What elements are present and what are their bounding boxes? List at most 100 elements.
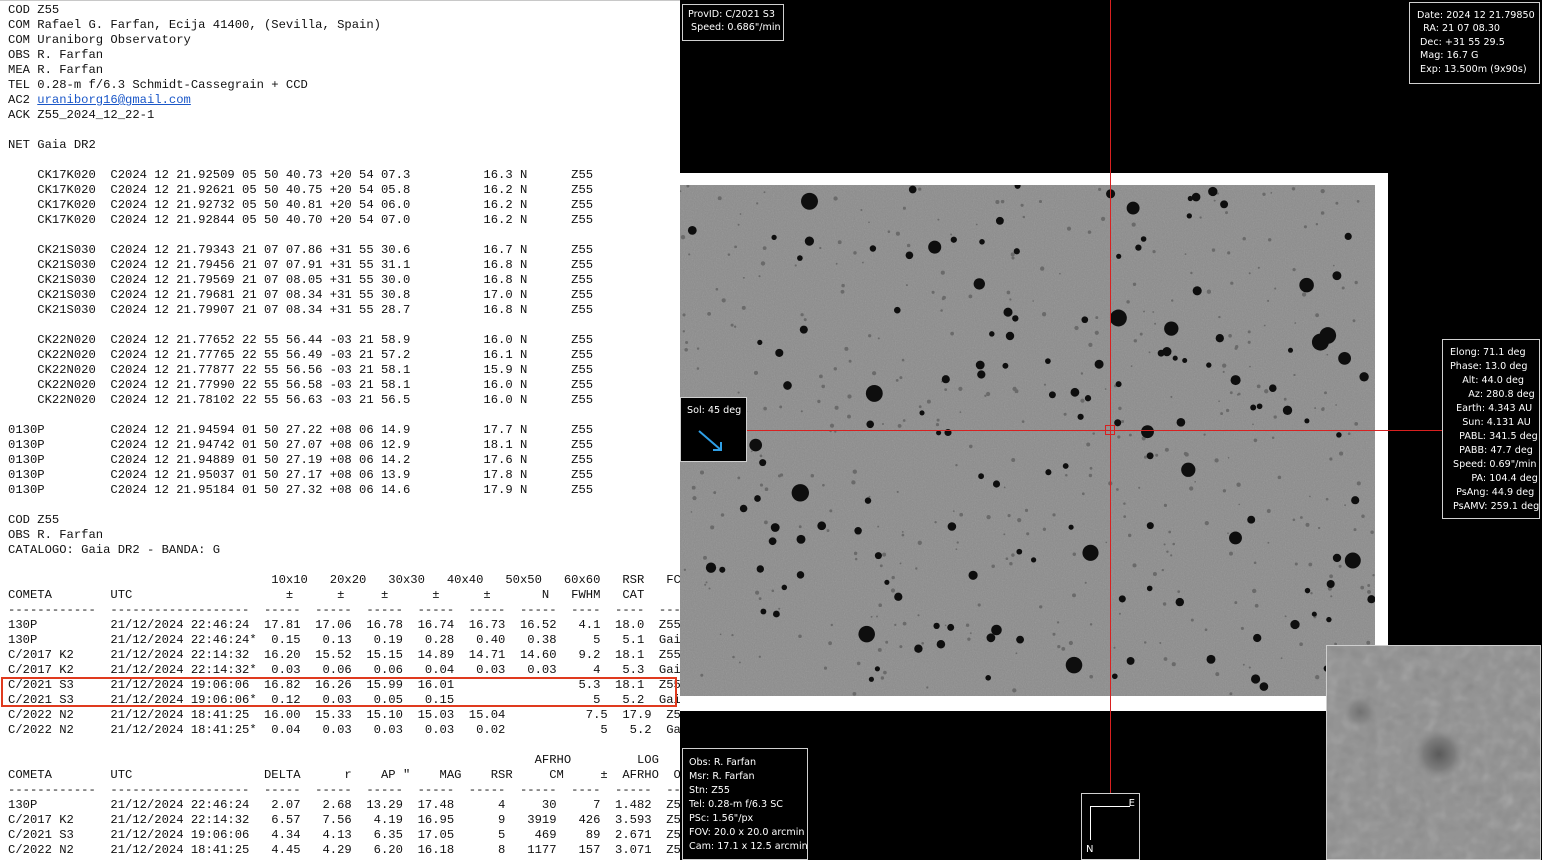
sun-direction-arrow-icon: [698, 430, 722, 451]
faint-star: [1317, 526, 1321, 530]
report-line: MEA R. Farfan: [8, 63, 104, 77]
star: [1338, 352, 1351, 365]
faint-star: [1248, 666, 1251, 669]
faint-star: [965, 623, 970, 627]
faint-star: [1332, 264, 1335, 267]
faint-star: [682, 330, 685, 333]
faint-star: [760, 261, 766, 266]
star: [1269, 384, 1277, 392]
faint-star: [1294, 322, 1297, 324]
zoom-thumbnail[interactable]: [1326, 645, 1541, 860]
faint-star: [1356, 200, 1360, 203]
faint-star: [1101, 216, 1106, 221]
star: [1045, 469, 1052, 476]
faint-star: [877, 525, 880, 528]
report-line: CK21S030 C2024 12 21.79343 21 07 07.86 +…: [8, 243, 594, 257]
speed-line: Speed: 0.69"/min: [1450, 459, 1537, 470]
report-line: OBS R. Farfan: [8, 528, 104, 542]
cam-line: Cam: 17.1 x 12.5 arcmin: [689, 841, 808, 852]
faint-star: [1268, 238, 1272, 242]
faint-star: [1152, 311, 1155, 313]
star: [854, 527, 862, 535]
star: [1164, 321, 1179, 336]
faint-star: [828, 641, 832, 646]
faint-star: [1315, 223, 1319, 226]
faint-star: [690, 511, 693, 513]
faint-star: [1194, 480, 1197, 483]
faint-star: [821, 384, 826, 389]
star: [1070, 387, 1080, 397]
faint-star: [1308, 562, 1313, 567]
faint-star: [958, 386, 963, 392]
compass-east-label: E: [1128, 798, 1135, 809]
faint-star: [1021, 420, 1025, 423]
star: [1191, 192, 1201, 202]
faint-star: [1168, 530, 1172, 534]
faint-star: [1166, 550, 1169, 553]
faint-star: [885, 640, 889, 644]
faint-star: [959, 411, 962, 413]
star-field[interactable]: [680, 185, 1375, 696]
faint-star: [1184, 452, 1189, 457]
faint-star: [1320, 211, 1325, 215]
faint-star: [817, 399, 821, 404]
faint-star: [877, 337, 880, 340]
faint-star: [1040, 266, 1045, 271]
faint-star: [1113, 646, 1116, 649]
faint-star: [1092, 432, 1095, 435]
faint-star: [798, 634, 802, 639]
dec-line: Dec: +31 55 29.5: [1417, 36, 1505, 48]
report-line: 130P 21/12/2024 22:46:24 2.07 2.68 13.29…: [8, 798, 680, 812]
faint-star: [1011, 256, 1015, 260]
faint-star: [1081, 492, 1085, 496]
faint-star: [1326, 353, 1329, 356]
star: [754, 495, 761, 502]
faint-star: [1127, 533, 1132, 538]
faint-star: [1163, 657, 1168, 661]
faint-star: [692, 496, 697, 501]
image-viewer[interactable]: ProvID: C/2021 S3 Speed: 0.686"/min Date…: [680, 0, 1542, 860]
star: [1304, 418, 1310, 424]
email-link[interactable]: uraniborg16@gmail.com: [37, 93, 191, 107]
faint-star: [1152, 571, 1157, 577]
star: [1016, 635, 1025, 644]
faint-star: [1116, 488, 1119, 491]
faint-star: [1291, 187, 1296, 191]
faint-star: [1042, 527, 1047, 531]
faint-blob: [1344, 696, 1376, 728]
star: [1326, 616, 1332, 623]
star: [757, 339, 763, 345]
star: [1013, 248, 1020, 255]
star: [1282, 405, 1293, 415]
mpc-report-text: COD Z55 COM Rafael G. Farfan, Ecija 41400…: [0, 0, 680, 860]
faint-star: [852, 469, 857, 474]
faint-star: [1039, 605, 1043, 609]
tel-line: Tel: 0.28-m f/6.3 SC: [689, 799, 784, 810]
faint-star: [1267, 541, 1270, 544]
faint-star: [1009, 298, 1012, 301]
star: [995, 216, 1004, 225]
faint-star: [829, 423, 835, 428]
faint-star: [995, 199, 1000, 205]
faint-star: [1372, 573, 1375, 577]
faint-star: [1218, 400, 1220, 403]
faint-star: [1143, 455, 1148, 459]
report-line: C/2022 N2 21/12/2024 18:41:25* 0.04 0.03…: [8, 723, 680, 737]
faint-star: [1190, 618, 1194, 622]
star: [770, 523, 780, 532]
faint-star: [1248, 272, 1251, 275]
star: [1181, 462, 1196, 477]
faint-star: [1006, 290, 1011, 295]
faint-star: [934, 521, 937, 524]
report-line: CK17K020 C2024 12 21.92509 05 50 40.73 +…: [8, 168, 594, 182]
faint-star: [734, 245, 737, 249]
star: [914, 644, 923, 653]
faint-star: [1123, 515, 1127, 518]
faint-star: [876, 615, 878, 618]
star: [1081, 316, 1089, 324]
star: [864, 497, 872, 504]
faint-star: [764, 520, 768, 525]
faint-star: [1072, 552, 1077, 557]
faint-star: [1271, 436, 1275, 439]
star: [791, 484, 809, 502]
